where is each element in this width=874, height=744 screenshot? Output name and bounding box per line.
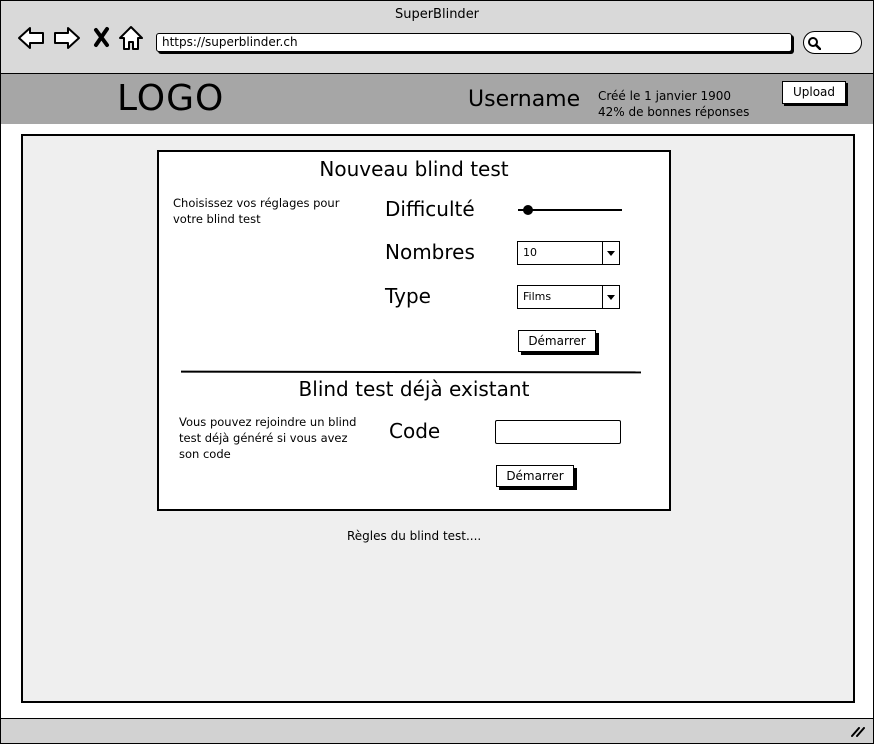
window-title: SuperBlinder: [394, 7, 480, 22]
type-select-value: Films: [523, 290, 552, 303]
status-bar: [1, 718, 873, 743]
rules-link[interactable]: Règles du blind test....: [347, 529, 481, 543]
start-new-test-button[interactable]: Démarrer: [518, 330, 596, 352]
blind-test-panel: Nouveau blind test Choisissez vos réglag…: [157, 150, 671, 511]
new-test-title: Nouveau blind test: [319, 157, 509, 181]
new-test-description: Choisissez vos réglages pour votre blind…: [173, 196, 340, 226]
close-x-icon[interactable]: [91, 25, 119, 51]
count-select[interactable]: 10: [517, 241, 620, 265]
code-input[interactable]: [495, 420, 621, 444]
type-select[interactable]: Films: [517, 285, 620, 309]
browser-window: SuperBlinder https://superblinder.ch LOG…: [0, 0, 874, 744]
resize-grip-icon[interactable]: [851, 727, 865, 737]
home-icon[interactable]: [117, 25, 145, 51]
site-header: LOGO Username Créé le 1 janvier 1900 42%…: [1, 74, 873, 124]
type-label: Type: [385, 284, 431, 308]
logo: LOGO: [117, 78, 225, 119]
search-icon: [808, 37, 821, 50]
back-arrow-icon[interactable]: [17, 25, 45, 51]
section-divider: [180, 370, 642, 373]
count-select-value: 10: [523, 246, 537, 259]
url-bar[interactable]: https://superblinder.ch: [156, 33, 792, 52]
browser-titlebar: SuperBlinder https://superblinder.ch: [1, 1, 873, 74]
existing-test-description: Vous pouvez rejoindre un blind test déjà…: [179, 415, 357, 461]
created-date: Créé le 1 janvier 1900: [598, 89, 732, 103]
difficulty-slider[interactable]: [518, 209, 622, 211]
upload-button[interactable]: Upload: [782, 81, 846, 104]
count-label: Nombres: [385, 240, 475, 264]
difficulty-label: Difficulté: [385, 197, 475, 221]
search-field[interactable]: [803, 31, 862, 54]
difficulty-slider-handle[interactable]: [523, 205, 534, 215]
code-label: Code: [389, 419, 441, 443]
success-ratio: 42% de bonnes réponses: [598, 105, 750, 119]
user-stats: Créé le 1 janvier 1900 42% de bonnes rép…: [598, 88, 749, 120]
join-test-button[interactable]: Démarrer: [496, 465, 574, 487]
existing-test-title: Blind test déjà existant: [298, 377, 530, 401]
forward-arrow-icon[interactable]: [53, 25, 81, 51]
username: Username: [468, 87, 581, 112]
chevron-down-icon[interactable]: [602, 242, 619, 264]
chevron-down-icon[interactable]: [602, 286, 619, 308]
